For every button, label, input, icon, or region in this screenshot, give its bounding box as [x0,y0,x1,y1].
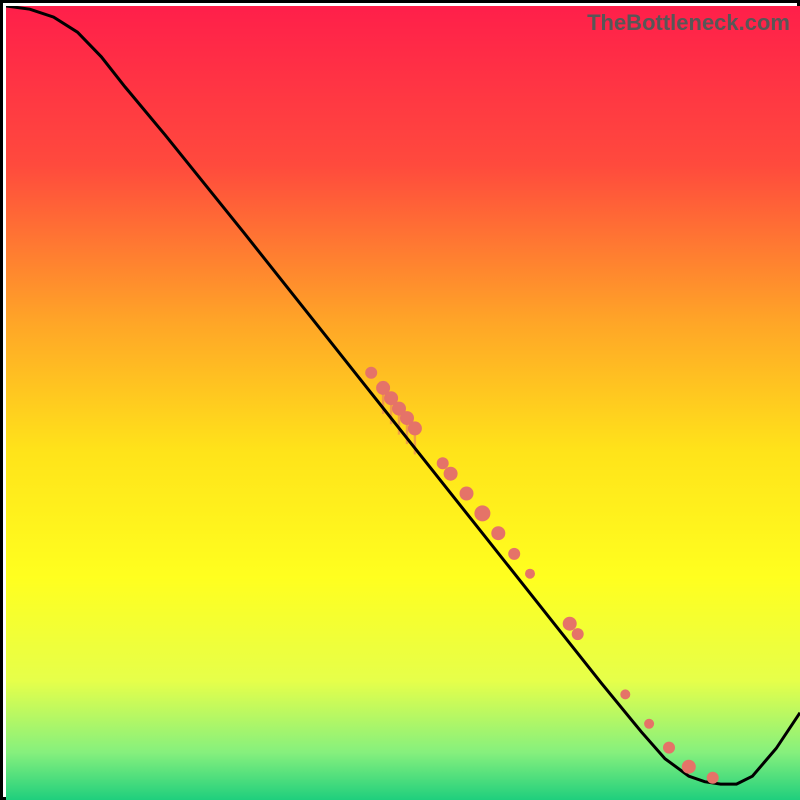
chart-marker [707,772,719,784]
chart-marker [460,487,474,501]
chart-marker [508,548,520,560]
chart-marker [682,760,696,774]
chart-marker [525,569,535,579]
chart-marker [444,467,458,481]
chart-frame: TheBottleneck.com [0,0,800,800]
chart-marker [644,719,654,729]
chart-marker [408,421,422,435]
chart-marker [365,367,377,379]
chart-svg [6,6,800,800]
chart-marker [620,689,630,699]
chart-marker [572,628,584,640]
chart-marker [491,526,505,540]
chart-plot-area: TheBottleneck.com [6,6,800,800]
chart-marker [563,617,577,631]
chart-marker [437,457,449,469]
chart-marker [474,505,490,521]
watermark-text: TheBottleneck.com [587,10,790,36]
chart-marker [663,742,675,754]
